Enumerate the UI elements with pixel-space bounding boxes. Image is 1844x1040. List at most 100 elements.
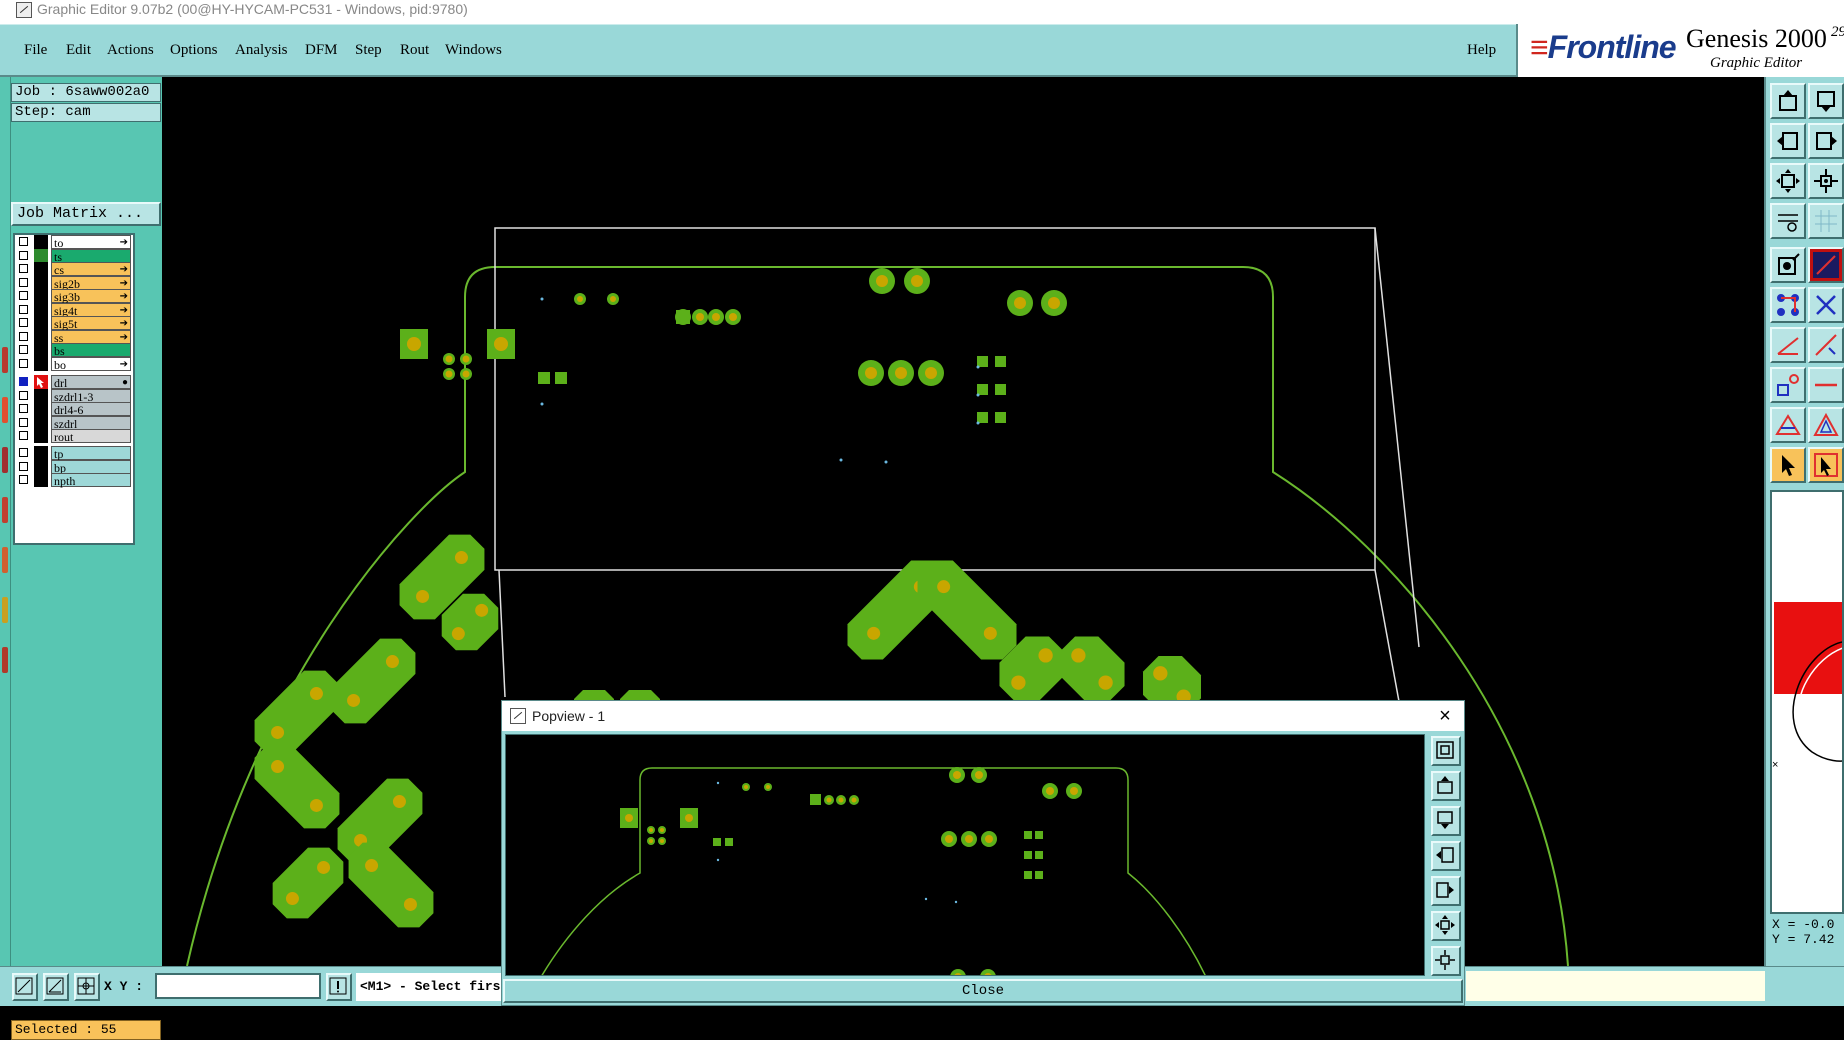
work-layer-pointer-icon[interactable]	[34, 375, 48, 389]
menu-help[interactable]: Help	[1467, 42, 1496, 59]
layer-visibility-checkbox[interactable]	[19, 331, 28, 341]
layer-row-tp[interactable]: tp	[17, 446, 131, 461]
popview-down-button[interactable]	[1431, 806, 1461, 836]
polygon-tool-button[interactable]	[1770, 407, 1806, 443]
layer-row-sig5t[interactable]: sig5t ➔	[17, 316, 131, 331]
horizontal-line-button[interactable]	[1808, 367, 1844, 403]
layer-name[interactable]: bp	[51, 459, 131, 475]
layer-row-sig3b[interactable]: sig3b ➔	[17, 289, 131, 304]
layer-visibility-checkbox[interactable]	[19, 291, 28, 300]
layer-color-swatch[interactable]	[34, 473, 48, 487]
layer-name[interactable]: npth	[51, 473, 131, 488]
layer-color-swatch[interactable]	[34, 289, 48, 303]
line-angle-button[interactable]	[1770, 327, 1806, 363]
job-matrix-button[interactable]: Job Matrix ...	[11, 202, 161, 226]
layer-row-ts[interactable]: ts	[17, 248, 131, 264]
menu-options[interactable]: Options	[170, 42, 218, 59]
zoom-home-button[interactable]	[1770, 163, 1806, 199]
layer-visibility-checkbox[interactable]	[19, 318, 28, 327]
layer-name[interactable]: tp	[51, 446, 131, 461]
layer-row-drl[interactable]: drl ●	[17, 375, 131, 390]
snap-settings-button[interactable]	[1770, 203, 1806, 239]
layer-name[interactable]: sig2b ➔	[51, 275, 131, 291]
menu-edit[interactable]: Edit	[66, 42, 91, 59]
layer-row-bo[interactable]: bo ➔	[17, 356, 131, 372]
menu-rout[interactable]: Rout	[400, 42, 429, 59]
layer-visibility-checkbox[interactable]	[19, 304, 28, 314]
layer-visibility-checkbox[interactable]	[19, 448, 28, 457]
layer-visibility-checkbox[interactable]	[19, 277, 28, 287]
layer-name[interactable]: sig5t ➔	[51, 316, 131, 331]
popview-fit-button[interactable]	[1431, 946, 1461, 976]
layer-row-cs[interactable]: cs ➔	[17, 262, 131, 277]
layer-name[interactable]: szdrl1-3	[51, 388, 131, 404]
layer-color-swatch[interactable]	[34, 235, 48, 249]
zoom-top-button[interactable]	[1770, 83, 1806, 119]
layer-visibility-checkbox[interactable]	[19, 250, 28, 260]
layer-name[interactable]: ss ➔	[51, 329, 131, 345]
zoom-bottom-button[interactable]	[1808, 83, 1844, 119]
menu-analysis[interactable]: Analysis	[235, 42, 288, 59]
snap-mode-button[interactable]	[12, 973, 38, 1001]
layer-color-swatch[interactable]	[34, 316, 48, 330]
zoom-fit-button[interactable]	[1808, 163, 1844, 199]
layer-visibility-checkbox[interactable]	[19, 264, 28, 273]
menu-dfm[interactable]: DFM	[305, 42, 338, 59]
grid-button[interactable]	[1808, 203, 1844, 239]
pan-left-button[interactable]	[1770, 123, 1806, 159]
popview-close-button[interactable]: Close	[503, 979, 1463, 1003]
popview-up-button[interactable]	[1431, 771, 1461, 801]
close-icon[interactable]: ×	[1432, 703, 1458, 729]
layer-name[interactable]: ts	[51, 248, 131, 264]
popview-home-button[interactable]	[1431, 911, 1461, 941]
layer-row-sig2b[interactable]: sig2b ➔	[17, 275, 131, 291]
layer-color-swatch[interactable]	[34, 402, 48, 416]
layer-color-swatch[interactable]	[34, 329, 48, 344]
layer-name[interactable]: to ➔	[51, 235, 131, 250]
popview-right-button[interactable]	[1431, 876, 1461, 906]
layer-visibility-checkbox[interactable]	[19, 404, 28, 413]
info-button[interactable]	[326, 973, 352, 1001]
menu-step[interactable]: Step	[355, 42, 382, 59]
line-tool-button[interactable]	[1808, 327, 1844, 363]
layer-row-rout[interactable]: rout	[17, 429, 131, 444]
layer-color-swatch[interactable]	[34, 302, 48, 317]
layer-visibility-checkbox[interactable]	[19, 377, 28, 386]
layer-row-szdrl[interactable]: szdrl	[17, 415, 131, 431]
layer-name[interactable]: bo ➔	[51, 356, 131, 372]
popview-canvas[interactable]	[505, 734, 1425, 976]
popview-left-button[interactable]	[1431, 841, 1461, 871]
net-tool-button[interactable]	[1770, 287, 1806, 323]
layer-color-swatch[interactable]	[34, 388, 48, 403]
grid-snap-button[interactable]	[74, 973, 100, 1001]
layer-color-swatch[interactable]	[34, 356, 48, 371]
measure-tool-button[interactable]	[1808, 247, 1844, 283]
xy-input[interactable]	[155, 973, 321, 999]
menu-file[interactable]: File	[24, 42, 47, 59]
cross-tool-button[interactable]	[1808, 287, 1844, 323]
layer-row-szdrl1-3[interactable]: szdrl1-3	[17, 388, 131, 404]
surface-tool-button[interactable]	[1808, 407, 1844, 443]
layer-visibility-checkbox[interactable]	[19, 461, 28, 471]
layer-visibility-checkbox[interactable]	[19, 345, 28, 354]
layer-name[interactable]: drl ●	[51, 375, 131, 390]
layer-color-swatch[interactable]	[34, 343, 48, 357]
select-region-button[interactable]	[1808, 447, 1844, 483]
select-tool-button[interactable]	[1770, 447, 1806, 483]
layer-row-npth[interactable]: npth	[17, 473, 131, 488]
layer-row-sig4t[interactable]: sig4t ➔	[17, 302, 131, 318]
layer-color-swatch[interactable]	[34, 248, 48, 263]
popview-sync-button[interactable]	[1431, 736, 1461, 766]
layer-color-swatch[interactable]	[34, 275, 48, 290]
mini-map[interactable]: ×	[1770, 490, 1844, 914]
layer-row-ss[interactable]: ss ➔	[17, 329, 131, 345]
layer-name[interactable]: rout	[51, 429, 131, 444]
layer-visibility-checkbox[interactable]	[19, 417, 28, 427]
layer-visibility-checkbox[interactable]	[19, 431, 28, 440]
layer-name[interactable]: szdrl	[51, 415, 131, 431]
layer-row-bs[interactable]: bs	[17, 343, 131, 358]
layer-color-swatch[interactable]	[34, 459, 48, 474]
layer-visibility-checkbox[interactable]	[19, 475, 28, 484]
layer-row-drl4-6[interactable]: drl4-6	[17, 402, 131, 417]
angle-mode-button[interactable]	[43, 973, 69, 1001]
